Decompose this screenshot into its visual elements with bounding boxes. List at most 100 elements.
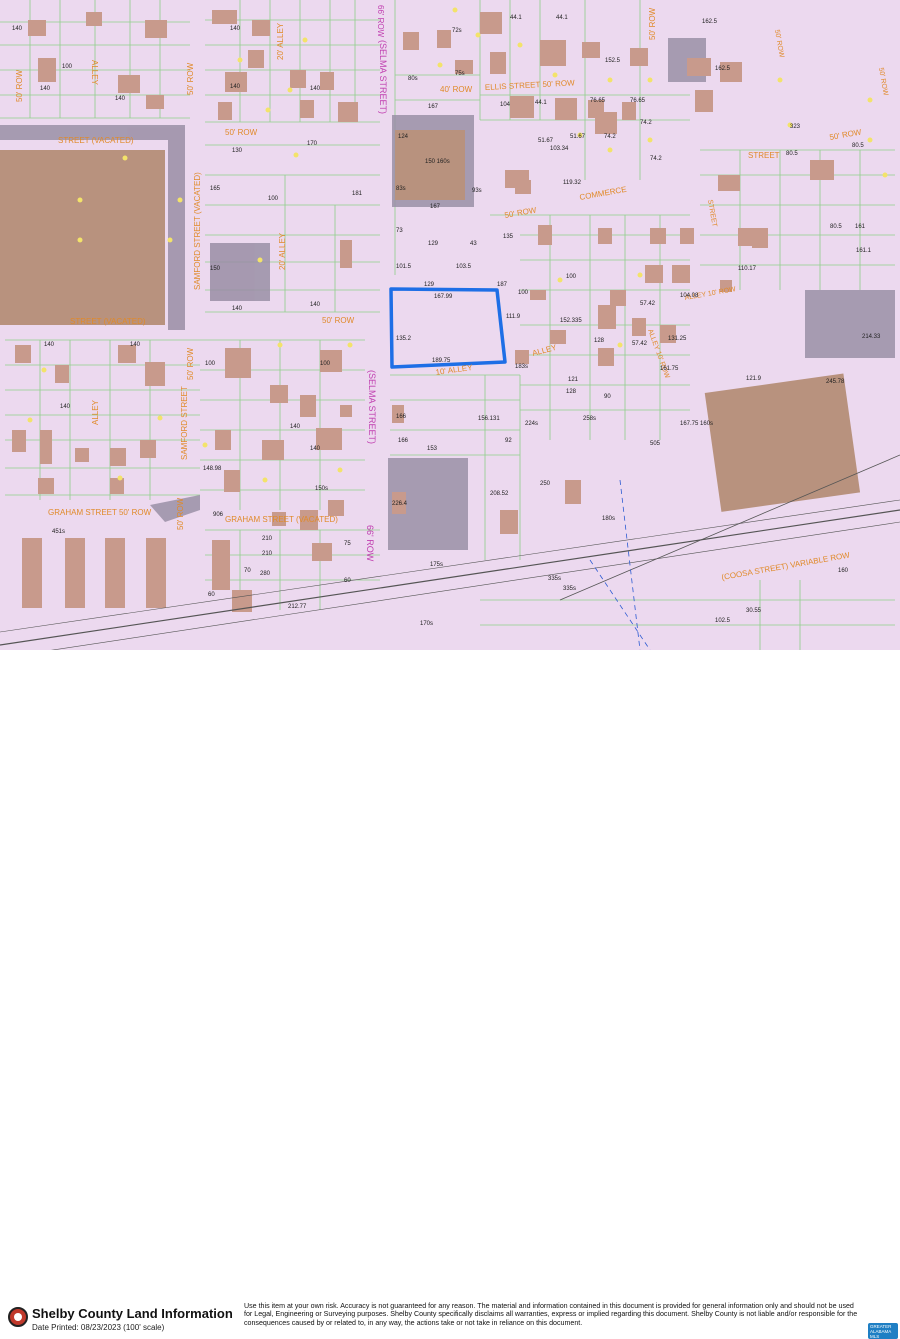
dim-label: 161.75 [660,366,679,372]
road-labels: (SELMA STREET) (SELMA STREET) 66' ROW 66… [365,5,388,562]
street-right-label: STREET [748,151,780,160]
dim-label: 140 [12,26,23,32]
dim-label: 75 [344,541,351,547]
dim-label: 167.99 [434,294,453,300]
dim-label: 140 [310,446,321,452]
dim-label: 74.2 [604,134,616,140]
dim-label: 135 [503,234,514,240]
selma-street-upper: (SELMA STREET) [378,40,388,114]
dim-label: 153 [427,446,438,452]
dim-label: 140 [60,404,71,410]
dim-label: 101.5 [396,264,412,270]
dim-label: 128 [594,338,605,344]
dim-label: 44.1 [510,15,522,21]
coosa-street-label: (COOSA STREET) VARIABLE ROW [721,550,851,582]
dim-label: 335s [548,576,561,582]
dim-label: 166 [398,438,409,444]
dim-label: 170s [420,621,433,627]
dim-label: 51.67 [538,138,554,144]
parcel-map[interactable]: 40' ROW ELLIS STREET 50' ROW COMMERCE 50… [0,0,900,650]
dim-label: 214.33 [862,334,881,340]
alley-label-2: ALLEY [91,399,100,425]
dim-label: 335s [563,586,576,592]
dim-label: 92 [505,438,512,444]
dim-label: 76.65 [590,98,606,104]
dim-label: 906 [213,512,224,518]
ellis-street-label: ELLIS STREET 50' ROW [485,78,576,92]
dim-label: 100 [62,64,73,70]
row-50-samford-low: 50' ROW [176,497,185,530]
dim-label: 140 [115,96,126,102]
dim-label: 75s [455,71,465,77]
samford-vacated-label: SAMFORD STREET (VACATED) [193,172,202,290]
dim-label: 74.2 [650,156,662,162]
dim-label: 170 [307,141,318,147]
dim-label: 74.2 [640,120,652,126]
alley-20-label-a: 20' ALLEY [276,22,285,60]
dim-label: 140 [232,306,243,312]
dim-label: 57.42 [640,301,656,307]
date-printed: Date Printed: 08/23/2023 (100' scale) [32,1323,165,1332]
row-50-label-a: 50' ROW [225,128,258,137]
row-50-label-b: 50' ROW [322,316,355,325]
dim-label: 129 [424,282,435,288]
dim-label: 80.5 [786,151,798,157]
row-50-right-label: 50' ROW [877,67,889,96]
dim-label: 140 [230,26,241,32]
dim-label: 73 [396,228,403,234]
samford-street-label: SAMFORD STREET [180,386,189,460]
dim-label: 140 [310,302,321,308]
dim-label: 51.67 [570,134,586,140]
row-40-label: 40' ROW [440,85,473,94]
map-canvas: 40' ROW ELLIS STREET 50' ROW COMMERCE 50… [0,0,900,650]
dim-label: 57.42 [632,341,648,347]
dim-label: 167.75 160s [680,421,713,427]
dim-label: 148.98 [203,466,222,472]
alley-20-label-b: 20' ALLEY [278,232,287,270]
dim-label: 165 [210,186,221,192]
dim-label: 156.131 [478,416,500,422]
dim-label: 258s [583,416,596,422]
street-far-label: STREET [706,199,718,228]
dim-label: 80s [408,76,418,82]
dim-label: 140 [40,86,51,92]
dim-label: 175s [430,562,443,568]
row-50-far-label: 50' ROW [773,29,785,58]
row-50-label-d: 50' ROW [15,69,24,102]
dim-label: 30.55 [746,608,762,614]
dim-label: 226.4 [392,501,408,507]
alley-label-1: ALLEY [90,60,99,86]
subject-parcel-outline[interactable] [389,287,507,369]
dim-label: 167 [430,204,441,210]
map-footer: Shelby County Land Information Date Prin… [0,650,900,1339]
dim-label: 60 [208,592,215,598]
mls-badge: GREATER ALABAMA MLS [868,1323,898,1339]
dim-label: 80.5 [852,143,864,149]
dim-label: 128 [566,389,577,395]
dim-label: 100 [268,196,279,202]
dim-label: 70 [244,568,251,574]
dim-label: 104 [500,102,511,108]
dim-label: 135.2 [396,336,412,342]
dim-label: 100 [518,290,529,296]
dim-label: 180s [602,516,615,522]
street-vacated-top: STREET (VACATED) [58,136,134,145]
dim-label: 100 [566,274,577,280]
dim-label: 100 [320,361,331,367]
dim-label: 110.17 [738,266,757,272]
dim-label: 131.25 [668,336,687,342]
dim-label: 72s [452,28,462,34]
dim-label: 93s [472,188,482,194]
dim-label: 121.9 [746,376,762,382]
dim-label: 103.34 [550,146,569,152]
dim-label: 224s [525,421,538,427]
dim-label: 121 [568,377,579,383]
row-50-label-c: 50' ROW [186,62,195,95]
dim-label: 103.5 [456,264,472,270]
dim-label: 150s [315,486,328,492]
row-50-label-e: 50' ROW [648,7,657,40]
dim-label: 187 [497,282,508,288]
dim-label: 323 [790,124,801,130]
dim-label: 119.32 [563,180,582,186]
dim-label: 140 [310,86,321,92]
